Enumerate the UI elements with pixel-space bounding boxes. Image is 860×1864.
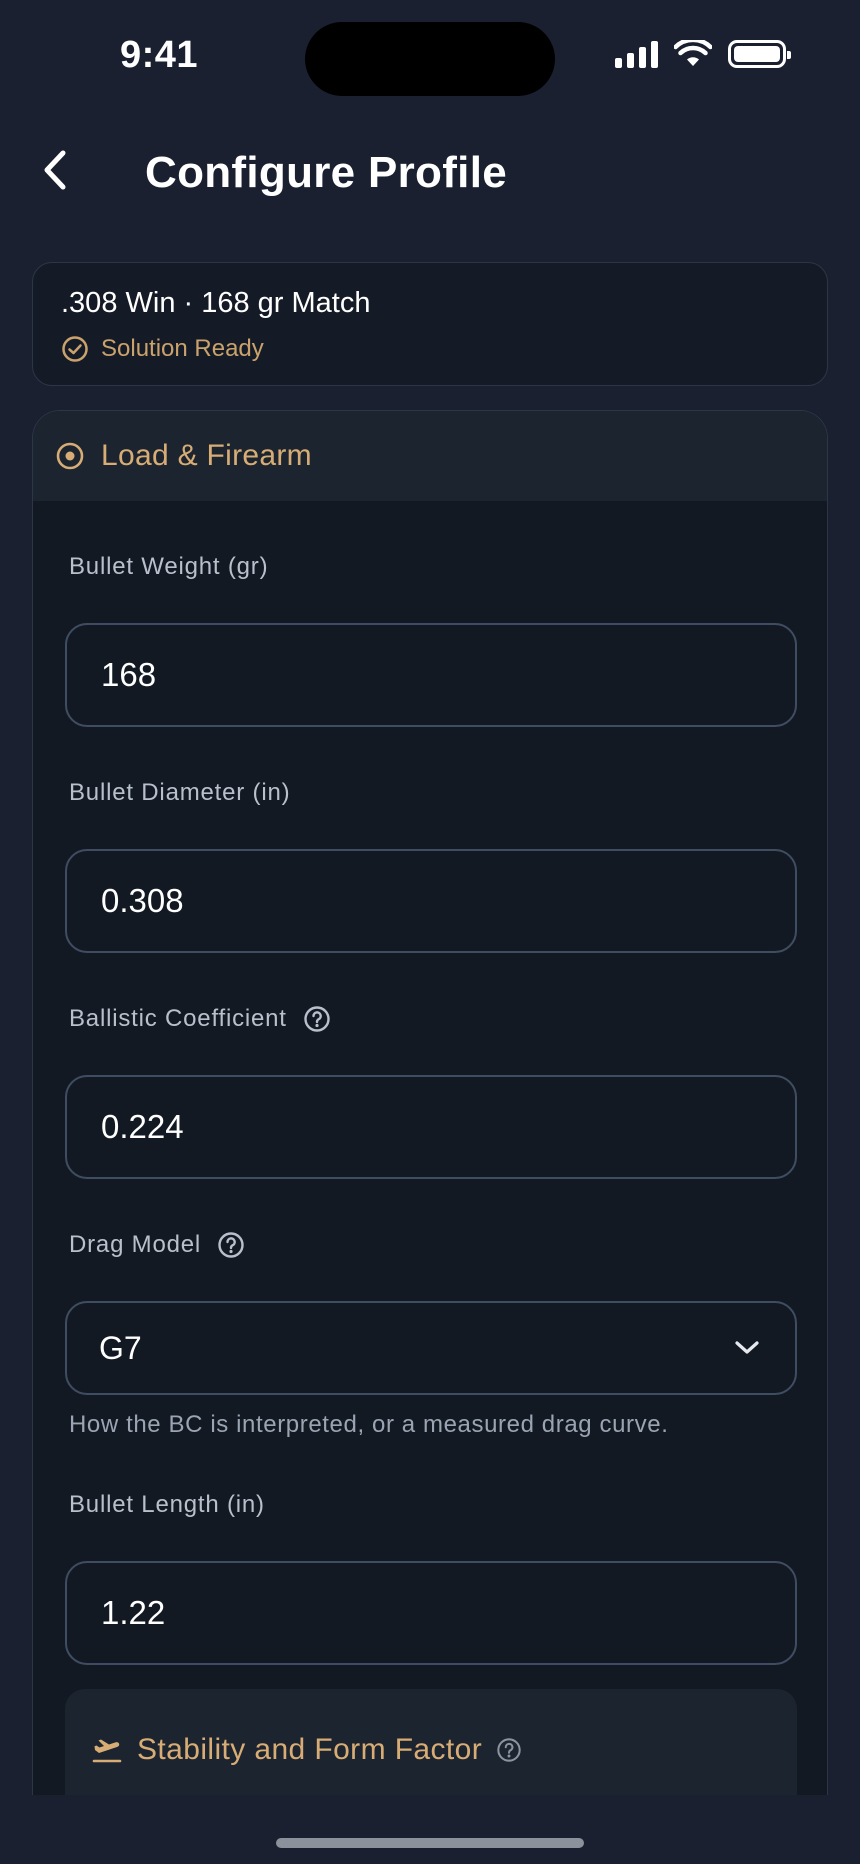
profile-summary-card: .308 Win · 168 gr Match Solution Ready: [32, 262, 828, 386]
bullet-weight-label: Bullet Weight (gr): [69, 553, 268, 581]
profile-summary-title: .308 Win · 168 gr Match: [61, 287, 371, 319]
ballistic-coefficient-label-text: Ballistic Coefficient: [69, 1005, 287, 1032]
bottom-safe-area: [0, 1795, 860, 1864]
page-title: Configure Profile: [145, 148, 507, 197]
bullet-length-label: Bullet Length (in): [69, 1491, 265, 1519]
bullet-length-input[interactable]: [65, 1561, 797, 1665]
drag-model-label-text: Drag Model: [69, 1231, 202, 1258]
bullet-diameter-input[interactable]: [65, 849, 797, 953]
header: Configure Profile: [0, 130, 860, 220]
cellular-signal-icon: [615, 40, 658, 68]
solution-status: Solution Ready: [61, 335, 264, 363]
wifi-icon: [674, 40, 712, 66]
status-icons: [615, 40, 791, 68]
chevron-left-icon: [44, 150, 66, 190]
drag-model-value: G7: [99, 1329, 142, 1366]
bullet-weight-input[interactable]: [65, 623, 797, 727]
solution-status-label: Solution Ready: [101, 335, 264, 362]
home-indicator[interactable]: [276, 1838, 584, 1848]
ballistic-coefficient-help-icon[interactable]: [303, 1005, 331, 1033]
status-time: 9:41: [120, 34, 199, 76]
question-circle-icon: [218, 1232, 244, 1258]
stability-form-factor-header[interactable]: Stability and Form Factor: [91, 1733, 522, 1767]
status-bar: 9:41: [0, 0, 860, 110]
ballistic-coefficient-input[interactable]: [65, 1075, 797, 1179]
ballistic-coefficient-label: Ballistic Coefficient: [69, 1005, 331, 1033]
back-button[interactable]: [28, 142, 84, 198]
chevron-down-icon: [735, 1341, 759, 1354]
dynamic-island: [305, 22, 555, 96]
stability-form-factor-card: Stability and Form Factor: [65, 1689, 797, 1810]
question-circle-icon: [304, 1006, 330, 1032]
plane-takeoff-icon: [92, 1739, 122, 1763]
load-firearm-section-header[interactable]: Load & Firearm: [33, 411, 827, 501]
question-circle-icon: [497, 1738, 521, 1762]
load-firearm-section: Load & Firearm Bullet Weight (gr) Bullet…: [32, 410, 828, 1810]
bullet-length-label-text: Bullet Length (in): [69, 1491, 265, 1518]
drag-model-select[interactable]: G7: [65, 1301, 797, 1395]
section-title: Load & Firearm: [101, 439, 312, 472]
battery-icon: [728, 40, 791, 68]
drag-model-hint: How the BC is interpreted, or a measured…: [69, 1411, 669, 1438]
drag-model-help-icon[interactable]: [217, 1231, 245, 1259]
bullet-diameter-label: Bullet Diameter (in): [69, 779, 290, 807]
stability-help-icon[interactable]: [496, 1737, 522, 1763]
bullet-weight-label-text: Bullet Weight (gr): [69, 553, 269, 580]
check-circle-icon: [62, 336, 88, 362]
drag-model-label: Drag Model: [69, 1231, 245, 1259]
radio-target-icon: [56, 442, 84, 470]
bullet-diameter-label-text: Bullet Diameter (in): [69, 779, 291, 806]
stability-form-factor-title: Stability and Form Factor: [137, 1733, 483, 1766]
